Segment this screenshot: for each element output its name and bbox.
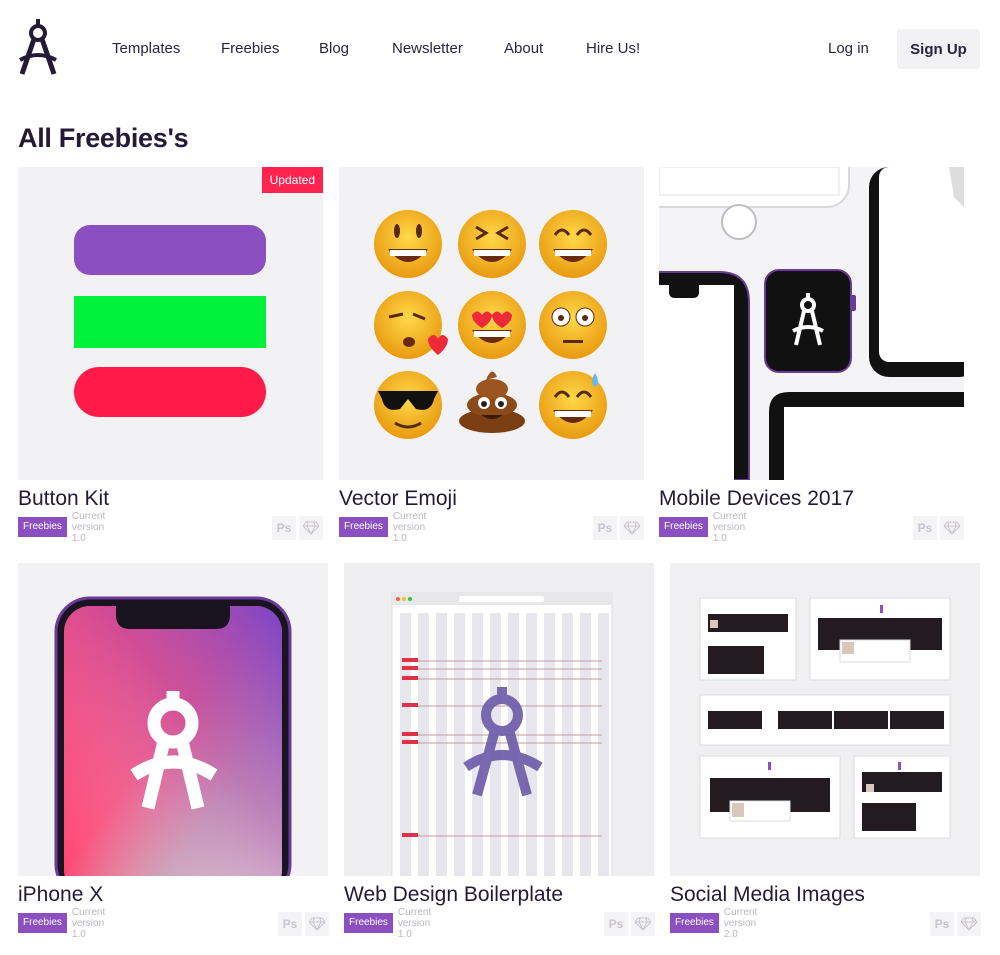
nav-about[interactable]: About: [504, 40, 543, 57]
card-thumbnail[interactable]: [339, 167, 644, 480]
signup-button[interactable]: Sign Up: [897, 29, 980, 69]
card-title[interactable]: iPhone X: [18, 883, 103, 907]
photoshop-icon: Ps: [272, 516, 296, 540]
card-thumbnail[interactable]: Updated: [18, 167, 323, 480]
nav-blog[interactable]: Blog: [319, 40, 349, 57]
photoshop-icon: Ps: [913, 516, 937, 540]
version-label: Current version 1.0: [392, 510, 427, 544]
sketch-icon: [957, 912, 981, 936]
category-badge[interactable]: Freebies: [339, 517, 388, 537]
nav-freebies[interactable]: Freebies: [221, 40, 279, 57]
card-title[interactable]: Button Kit: [18, 487, 109, 511]
nav-hire-us[interactable]: Hire Us!: [586, 40, 640, 57]
photoshop-icon: Ps: [278, 912, 302, 936]
card-meta: Freebies Current version 1.0: [344, 907, 431, 940]
sketch-icon: [940, 516, 964, 540]
card-meta: Freebies Current version 1.0: [339, 511, 426, 544]
card-meta: Freebies Current version 1.0: [659, 511, 746, 544]
file-format-icons: Ps: [272, 516, 323, 540]
devices-illustration: [659, 167, 964, 480]
card-thumbnail[interactable]: [659, 167, 964, 480]
card-title[interactable]: Web Design Boilerplate: [344, 883, 563, 907]
sketch-icon: [631, 912, 655, 936]
photoshop-icon: Ps: [604, 912, 628, 936]
category-badge[interactable]: Freebies: [659, 517, 708, 537]
file-format-icons: Ps: [913, 516, 964, 540]
file-format-icons: Ps: [930, 912, 981, 936]
iphone-x-illustration: [54, 596, 292, 876]
card-meta: Freebies Current version 1.0: [18, 907, 105, 940]
card-thumbnail[interactable]: [344, 563, 654, 876]
compass-logo-icon[interactable]: [16, 16, 60, 80]
sketch-icon: [620, 516, 644, 540]
page-title: All Freebies's: [18, 123, 189, 153]
version-label: Current version 1.0: [397, 906, 432, 940]
photoshop-icon: Ps: [930, 912, 954, 936]
card-meta: Freebies Current version 1.0: [18, 511, 105, 544]
red-button-preview: [74, 367, 266, 417]
file-format-icons: Ps: [593, 516, 644, 540]
category-badge[interactable]: Freebies: [344, 913, 393, 933]
social-media-illustration: [699, 597, 951, 839]
card-thumbnail[interactable]: [18, 563, 328, 876]
card-title[interactable]: Vector Emoji: [339, 487, 457, 511]
boilerplate-illustration: [391, 592, 613, 876]
card-title[interactable]: Mobile Devices 2017: [659, 487, 854, 511]
emoji-grid-illustration: [374, 210, 607, 439]
file-format-icons: Ps: [278, 912, 329, 936]
sketch-icon: [305, 912, 329, 936]
sketch-icon: [299, 516, 323, 540]
version-label: Current version 1.0: [71, 906, 106, 940]
version-label: Current version 1.0: [71, 510, 106, 544]
card-thumbnail[interactable]: [670, 563, 980, 876]
version-label: Current version 2.0: [723, 906, 758, 940]
green-button-preview: [74, 296, 266, 348]
version-label: Current version 1.0: [712, 510, 747, 544]
purple-button-preview: [74, 225, 266, 275]
category-badge[interactable]: Freebies: [670, 913, 719, 933]
nav-newsletter[interactable]: Newsletter: [392, 40, 463, 57]
card-meta: Freebies Current version 2.0: [670, 907, 757, 940]
updated-ribbon: Updated: [261, 167, 323, 193]
category-badge[interactable]: Freebies: [18, 517, 67, 537]
photoshop-icon: Ps: [593, 516, 617, 540]
login-link[interactable]: Log in: [828, 40, 869, 57]
card-title[interactable]: Social Media Images: [670, 883, 865, 907]
file-format-icons: Ps: [604, 912, 655, 936]
category-badge[interactable]: Freebies: [18, 913, 67, 933]
nav-templates[interactable]: Templates: [112, 40, 180, 57]
